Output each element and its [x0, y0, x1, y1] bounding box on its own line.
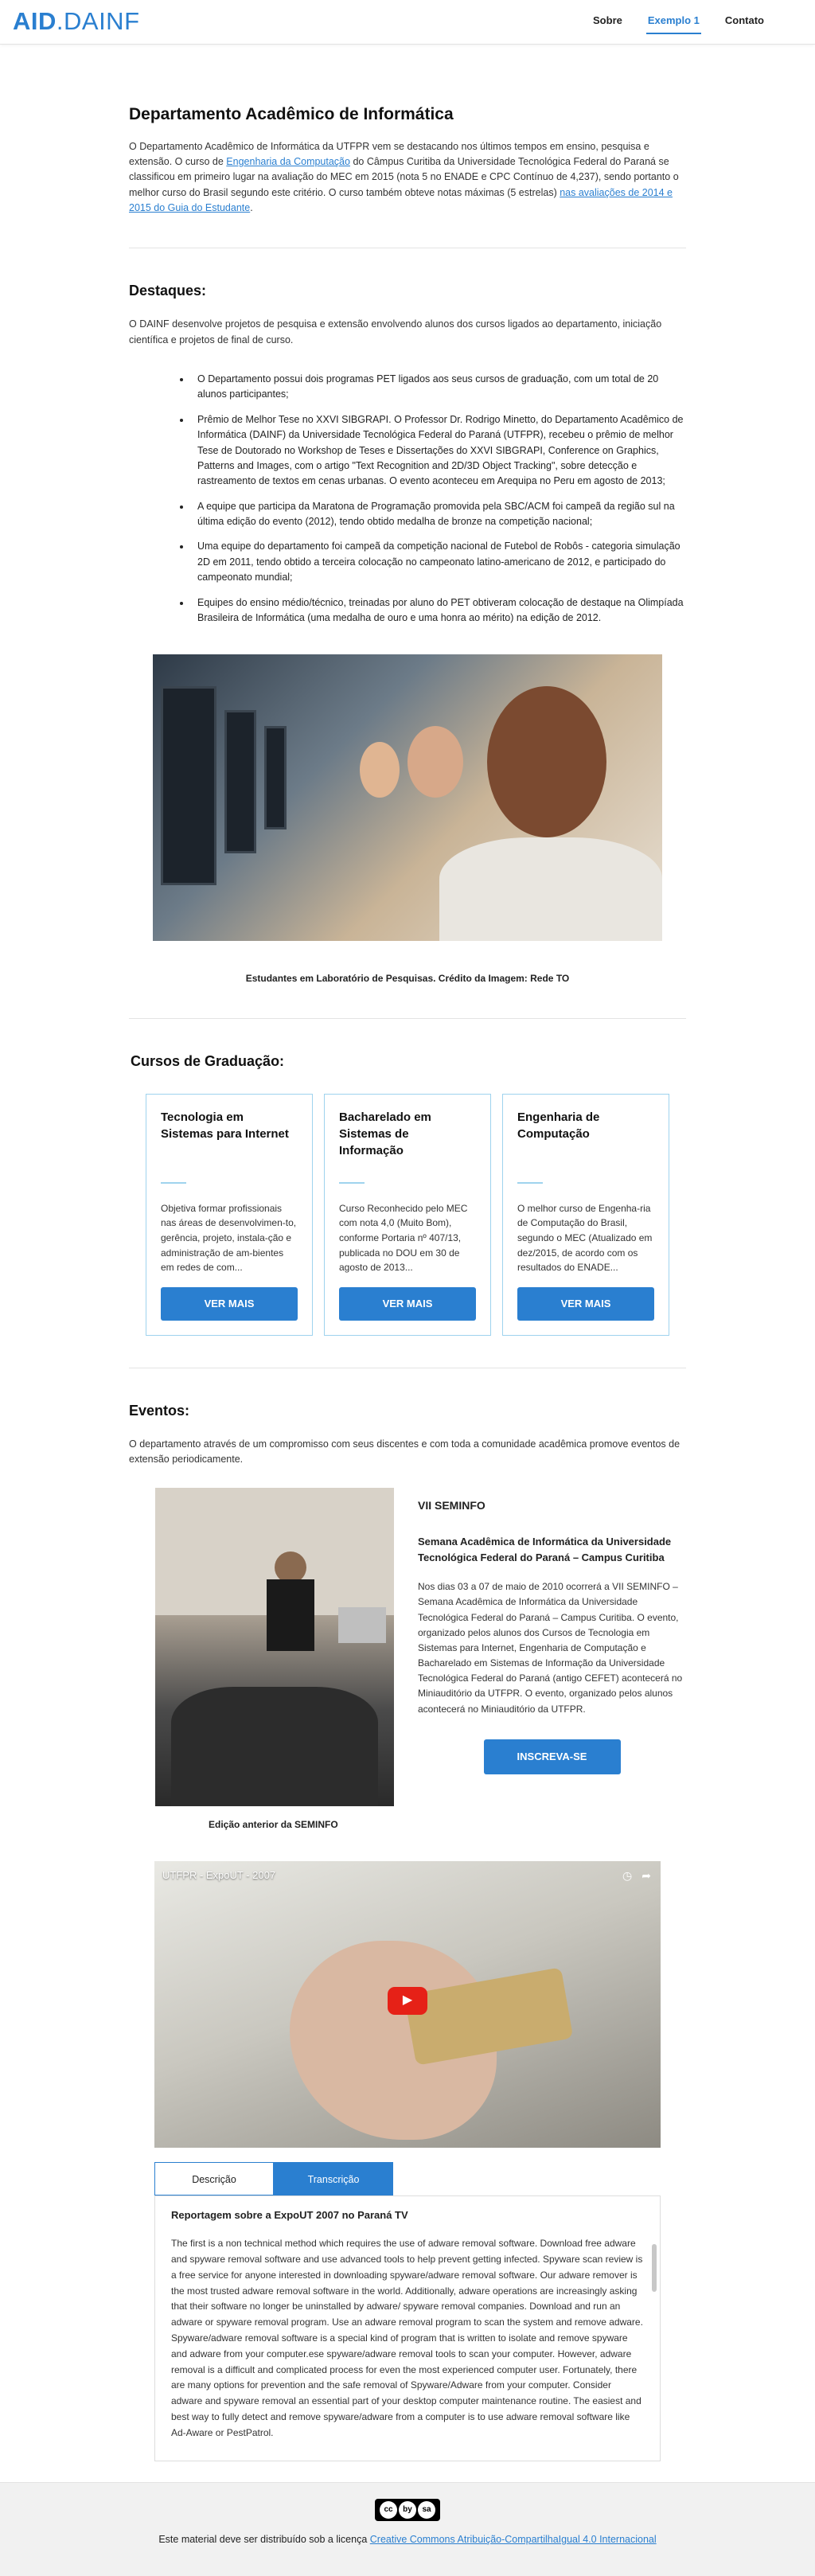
- highlight-item: Equipes do ensino médio/técnico, treinad…: [191, 595, 686, 626]
- course-desc: Objetiva formar profissionais nas áreas …: [161, 1202, 297, 1274]
- event-full-name: Semana Acadêmica de Informática da Unive…: [418, 1536, 672, 1563]
- highlight-item: O Departamento possui dois programas PET…: [191, 372, 686, 403]
- video-title[interactable]: UTFPR - ExpoUT - 2007: [162, 1868, 275, 1883]
- intro-text-part: .: [250, 202, 253, 214]
- logo-bold: AID: [13, 7, 57, 36]
- license-text: Este material deve ser distribuído sob a…: [0, 2532, 815, 2547]
- highlights-title: Destaques:: [129, 283, 207, 299]
- seminfo-photo-caption: Edição anterior da SEMINFO: [209, 1819, 338, 1831]
- event-block: Edição anterior da SEMINFO VII SEMINFO S…: [129, 1488, 686, 1832]
- nav-exemplo-1[interactable]: Exemplo 1: [645, 10, 701, 34]
- logo-rest: .DAINF: [56, 7, 140, 36]
- inscreva-se-button[interactable]: INSCREVA-SE: [483, 1739, 621, 1774]
- course-name: Tecnologia em Sistemas para Internet: [161, 1110, 289, 1141]
- cc-icon: cc: [380, 2501, 397, 2519]
- transcript-panel: Reportagem sobre a ExpoUT 2007 no Paraná…: [154, 2195, 661, 2462]
- watch-later-icon[interactable]: ◷: [622, 1868, 632, 1885]
- highlights-list: O Departamento possui dois programas PET…: [191, 372, 686, 626]
- divider: [129, 1017, 686, 1019]
- nav-contato[interactable]: Contato: [723, 10, 766, 33]
- course-card: Tecnologia em Sistemas para Internet Obj…: [146, 1093, 313, 1336]
- cc-license-badge[interactable]: cc by sa: [375, 2499, 440, 2522]
- course-name: Bacharelado em Sistemas de Informação: [339, 1110, 431, 1157]
- courses-list: Tecnologia em Sistemas para Internet Obj…: [129, 1093, 686, 1336]
- main-content: Departamento Acadêmico de Informática O …: [129, 102, 686, 2462]
- main-nav: Sobre Exemplo 1 Contato: [591, 10, 766, 34]
- events-text: O departamento através de um compromisso…: [129, 1438, 680, 1466]
- highlight-item: Uma equipe do departamento foi campeã da…: [191, 539, 686, 585]
- course-name: Engenharia de Computação: [517, 1110, 600, 1141]
- highlight-item: Prêmio de Melhor Tese no XXVI SIBGRAPI. …: [191, 412, 686, 490]
- course-desc: O melhor curso de Engenha-ria de Computa…: [517, 1202, 653, 1274]
- intro-text: O Departamento Acadêmico de Informática …: [129, 139, 686, 217]
- event-name: VII SEMINFO: [418, 1499, 485, 1512]
- course-card: Bacharelado em Sistemas de Informação Cu…: [324, 1093, 491, 1336]
- nav-sobre[interactable]: Sobre: [591, 10, 624, 33]
- courses-title: Cursos de Graduação:: [131, 1052, 285, 1069]
- events-title: Eventos:: [129, 1402, 190, 1419]
- video-controls: ◷ ➦: [622, 1868, 651, 1885]
- top-navbar: AID.DAINF Sobre Exemplo 1 Contato: [0, 0, 815, 45]
- seminfo-photo: [155, 1488, 394, 1807]
- footer: cc by sa Este material deve ser distribu…: [0, 2482, 815, 2576]
- transcript-scrollbar[interactable]: [652, 2244, 657, 2293]
- highlight-item: A equipe que participa da Maratona de Pr…: [191, 499, 686, 530]
- course-card: Engenharia de Computação O melhor curso …: [502, 1093, 669, 1336]
- transcript-title: Reportagem sobre a ExpoUT 2007 no Paraná…: [171, 2209, 408, 2222]
- card-dash: [517, 1181, 543, 1184]
- lab-photo-caption: Estudantes em Laboratório de Pesquisas. …: [245, 973, 570, 985]
- event-details: VII SEMINFO Semana Acadêmica de Informát…: [418, 1488, 686, 1832]
- ver-mais-button[interactable]: VER MAIS: [517, 1286, 654, 1321]
- play-icon[interactable]: ▶: [388, 1987, 427, 2016]
- video-tabs: Descrição Transcrição: [154, 2162, 661, 2196]
- card-dash: [339, 1181, 365, 1184]
- site-logo[interactable]: AID.DAINF: [13, 2, 140, 41]
- highlights-text: O DAINF desenvolve projetos de pesquisa …: [129, 318, 662, 345]
- students-lab-photo: [153, 654, 662, 942]
- by-icon: by: [399, 2501, 416, 2519]
- ver-mais-button[interactable]: VER MAIS: [161, 1286, 298, 1321]
- sa-icon: sa: [418, 2501, 435, 2519]
- page-title: Departamento Acadêmico de Informática: [129, 105, 454, 123]
- video-player[interactable]: UTFPR - ExpoUT - 2007 ◷ ➦ ▶: [154, 1861, 661, 2149]
- transcript-text: The first is a non technical method whic…: [171, 2238, 643, 2438]
- share-icon[interactable]: ➦: [641, 1868, 651, 1885]
- event-description: Nos dias 03 a 07 de maio de 2010 ocorrer…: [418, 1581, 683, 1715]
- tab-descricao[interactable]: Descrição: [154, 2162, 274, 2196]
- ver-mais-button[interactable]: VER MAIS: [339, 1286, 476, 1321]
- tab-transcricao[interactable]: Transcrição: [274, 2162, 393, 2196]
- card-dash: [161, 1181, 186, 1184]
- engenharia-link[interactable]: Engenharia da Computação: [226, 156, 350, 167]
- course-desc: Curso Reconhecido pelo MEC com nota 4,0 …: [339, 1202, 468, 1274]
- license-link[interactable]: Creative Commons Atribuição-CompartilhaI…: [370, 2534, 657, 2545]
- license-text-part: Este material deve ser distribuído sob a…: [158, 2534, 370, 2546]
